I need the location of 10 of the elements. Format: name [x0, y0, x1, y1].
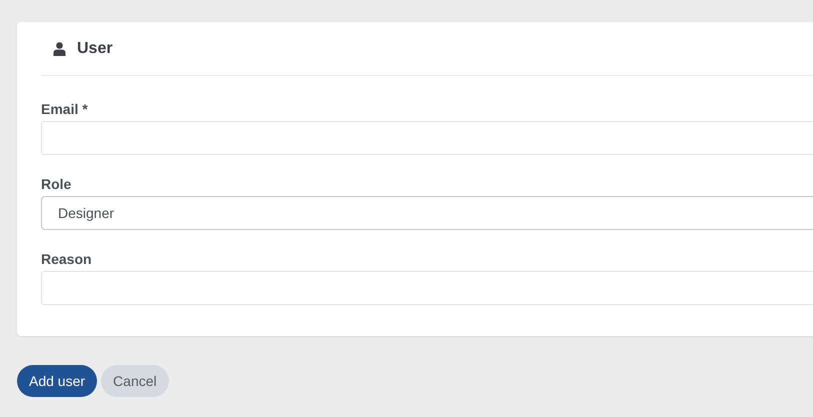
card-title: User — [77, 38, 113, 58]
cancel-button[interactable]: Cancel — [101, 365, 169, 397]
role-select[interactable]: Designer — [41, 196, 813, 230]
field-label: Reason — [41, 250, 93, 269]
user-icon — [53, 42, 66, 56]
text-input-field[interactable] — [41, 271, 813, 305]
text-input-field[interactable] — [41, 121, 813, 155]
field-label: Email * — [41, 100, 89, 119]
field-label: Role — [41, 175, 72, 194]
add-button[interactable]: Add user — [17, 365, 98, 397]
